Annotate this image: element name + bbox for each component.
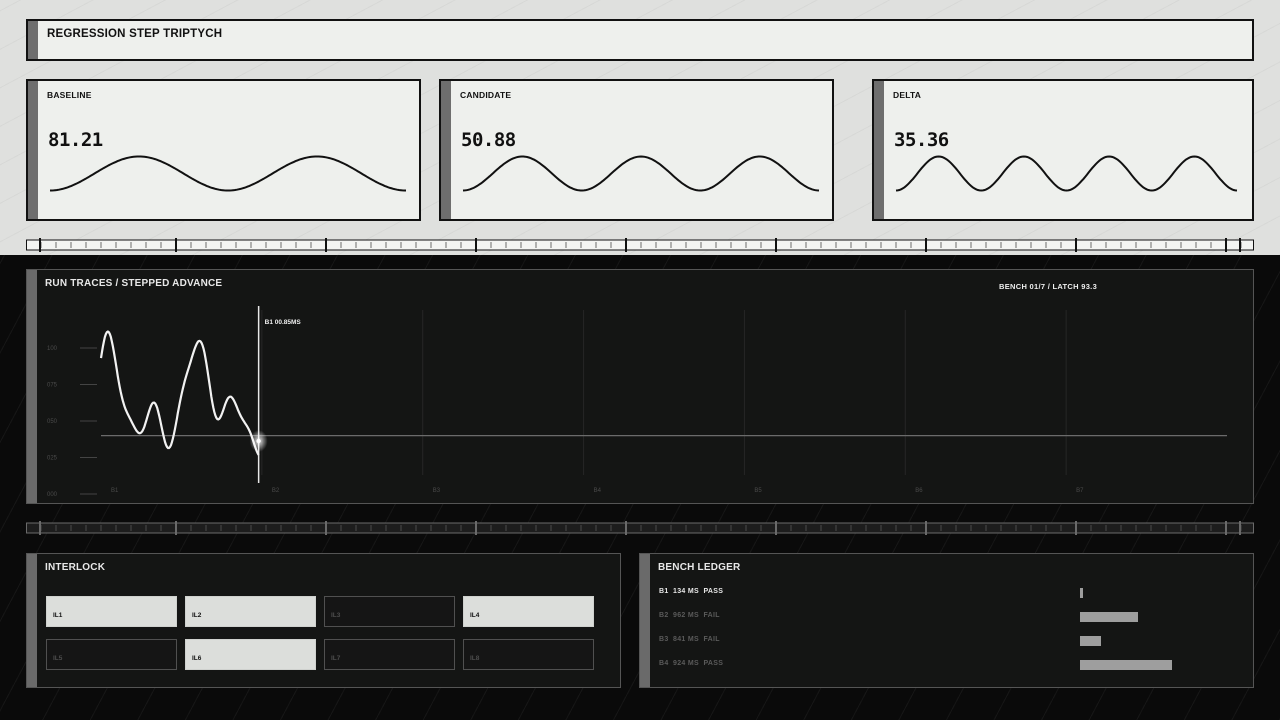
candidate-wave (462, 155, 820, 192)
interlock-il1-button[interactable]: IL1 (46, 596, 177, 627)
traces-title: RUN TRACES / STEPPED ADVANCE (45, 278, 223, 289)
card-label: BASELINE (47, 90, 92, 100)
playhead-marker[interactable] (256, 438, 261, 444)
card-value: 81.21 (48, 129, 103, 151)
timeline-ruler-top[interactable] (26, 237, 1254, 253)
ledger-row[interactable]: B4 924 MS PASS (659, 660, 723, 667)
x-tick-label: B1 (111, 488, 119, 494)
ledger-title: BENCH LEDGER (658, 562, 741, 573)
y-tick-label: 000 (47, 492, 58, 498)
ruler-track (26, 522, 1254, 534)
x-tick-label: B2 (272, 488, 280, 494)
ledger-row[interactable]: B2 962 MS FAIL (659, 612, 720, 619)
bench-ledger-panel: BENCH LEDGER B1 134 MS PASS B2 962 MS FAI… (639, 553, 1254, 688)
ruler-track (26, 239, 1254, 251)
run-traces-panel: RUN TRACES / STEPPED ADVANCE BENCH 01/7 … (26, 269, 1254, 504)
x-tick-label: B3 (433, 488, 441, 494)
y-tick-label: 100 (47, 346, 58, 352)
y-tick-label: 050 (47, 419, 58, 425)
interlock-il5-button[interactable]: IL5 (46, 639, 177, 670)
interlock-il3-button[interactable]: IL3 (324, 596, 455, 627)
x-tick-label: B5 (754, 488, 762, 494)
ledger-row[interactable]: B1 134 MS PASS (659, 588, 723, 595)
x-tick-label: B7 (1076, 488, 1084, 494)
card-value: 50.88 (461, 129, 516, 151)
ledger-bar (1080, 660, 1172, 670)
x-tick-label: B4 (594, 488, 602, 494)
interlock-il6-button[interactable]: IL6 (185, 639, 316, 670)
baseline-wave (50, 155, 406, 192)
cursor-label: B1 00.85MS (265, 319, 302, 326)
ledger-row[interactable]: B3 841 MS FAIL (659, 636, 720, 643)
interlock-il8-button[interactable]: IL8 (463, 639, 594, 670)
card-label: DELTA (893, 90, 922, 100)
interlock-il2-button[interactable]: IL2 (185, 596, 316, 627)
interlock-il4-button[interactable]: IL4 (463, 596, 594, 627)
card-delta: DELTA 35.36 (872, 79, 1254, 221)
page-title: REGRESSION STEP TRIPTYCH (47, 28, 223, 40)
ledger-bar (1080, 636, 1101, 646)
trace-plot[interactable]: 100 075 050 025 000 B1 B2 B3 B4 B5 B6 B7 B1 00.85MS (37, 300, 1237, 500)
header-panel: REGRESSION STEP TRIPTYCH (26, 19, 1254, 61)
interlock-il7-button[interactable]: IL7 (324, 639, 455, 670)
interlock-panel: INTERLOCK IL1 IL2 IL3 IL4 IL5 IL6 IL7 IL8 (26, 553, 621, 688)
ledger-bar (1080, 612, 1138, 622)
delta-wave (895, 155, 1238, 192)
interlock-title: INTERLOCK (45, 562, 106, 573)
ledger-bar (1080, 588, 1083, 598)
card-value: 35.36 (894, 129, 949, 151)
card-baseline: BASELINE 81.21 (26, 79, 421, 221)
y-tick-label: 025 (47, 456, 58, 462)
card-candidate: CANDIDATE 50.88 (439, 79, 834, 221)
trace-line (99, 330, 260, 456)
card-label: CANDIDATE (460, 90, 512, 100)
y-tick-label: 075 (47, 383, 58, 389)
x-tick-label: B6 (915, 488, 923, 494)
bench-status: BENCH 01/7 / LATCH 93.3 (999, 282, 1098, 291)
timeline-ruler-bottom[interactable] (26, 520, 1254, 536)
